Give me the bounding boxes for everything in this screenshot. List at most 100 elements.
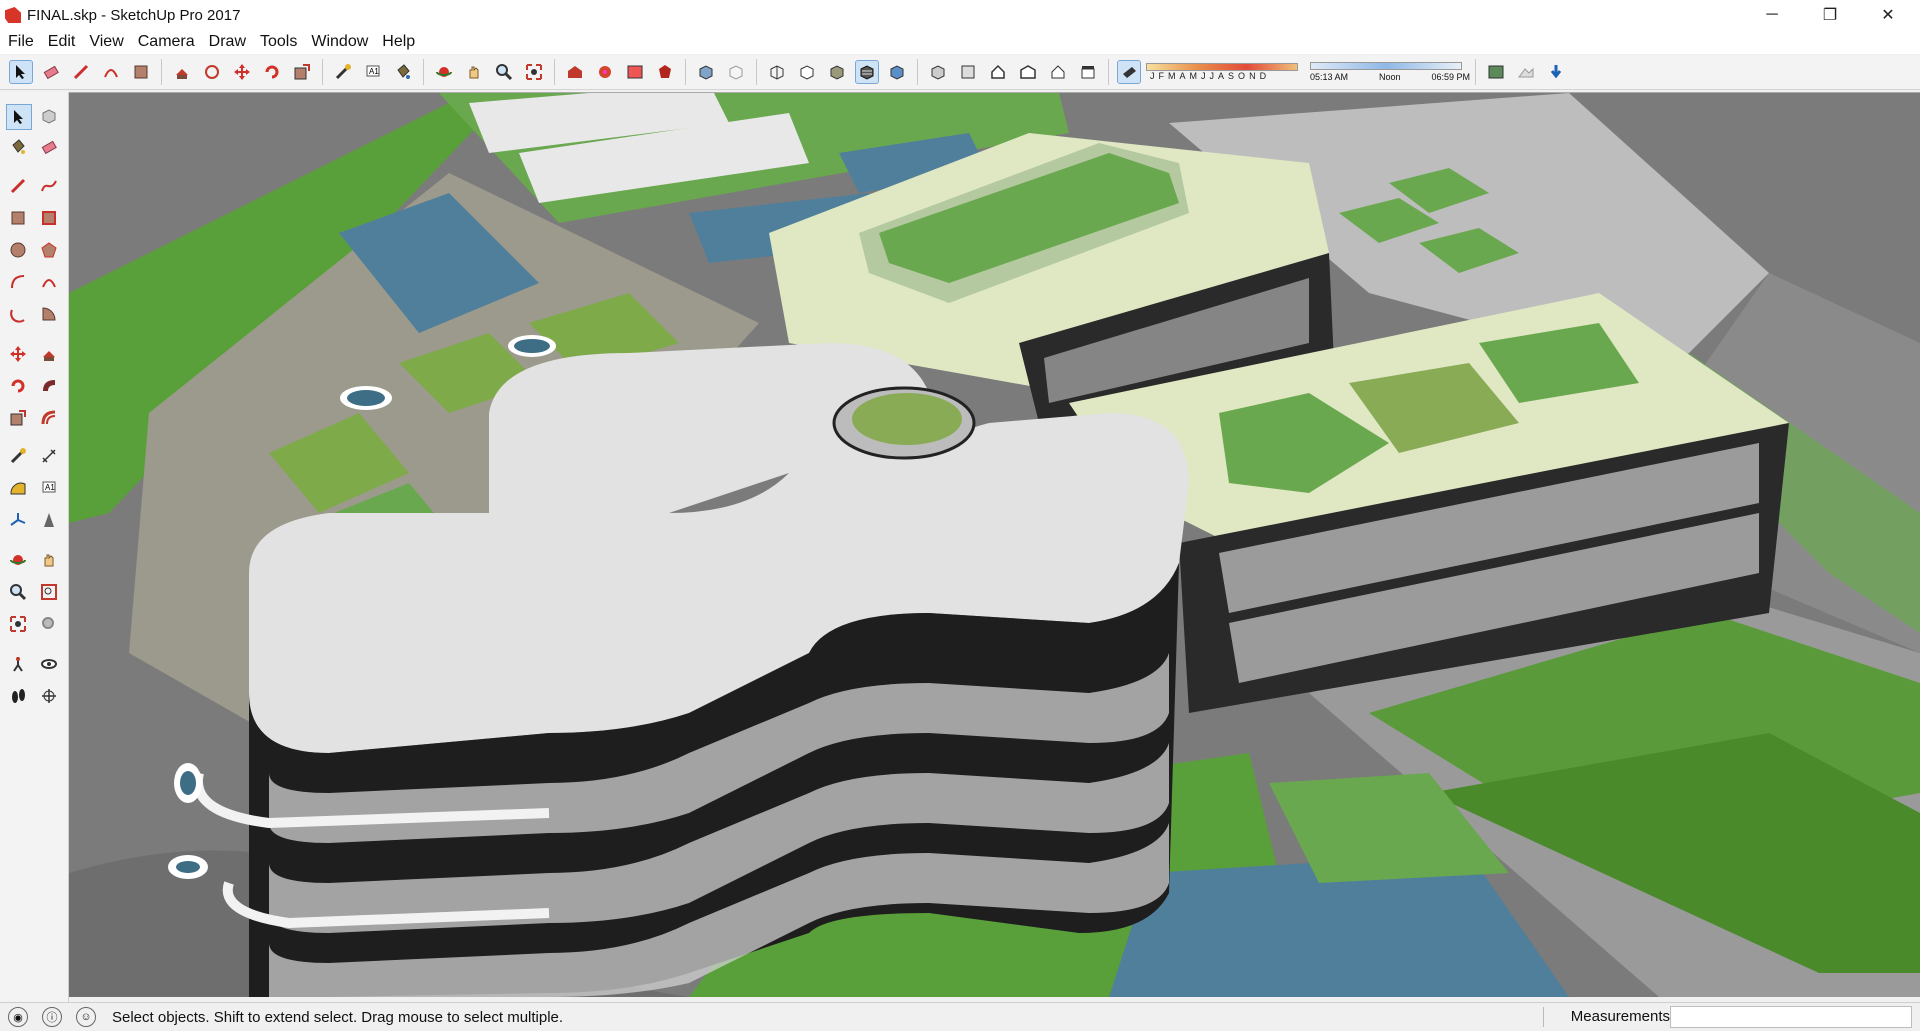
- user-account-icon[interactable]: ☺: [76, 1007, 96, 1027]
- select-tool-icon[interactable]: [6, 104, 32, 130]
- rotate-tool-icon[interactable]: [6, 374, 30, 398]
- look-around-tool-icon[interactable]: [37, 652, 61, 676]
- menu-view[interactable]: View: [81, 33, 129, 51]
- paint-bucket-tool-icon[interactable]: [391, 60, 415, 84]
- zoom-extents-tool-icon[interactable]: [522, 60, 546, 84]
- xray-style-icon[interactable]: [694, 60, 718, 84]
- rectangle-tool-icon[interactable]: [129, 60, 153, 84]
- two-point-arc-tool-icon[interactable]: [37, 270, 61, 294]
- offset-tool-icon[interactable]: [200, 60, 224, 84]
- offset-tool-icon[interactable]: [37, 406, 61, 430]
- shaded-style-icon[interactable]: [825, 60, 849, 84]
- freehand-tool-icon[interactable]: [37, 174, 61, 198]
- rotated-rectangle-tool-icon[interactable]: [37, 206, 61, 230]
- status-bar: ◉ ⓘ ☺ Select objects. Shift to extend se…: [0, 1002, 1920, 1031]
- walk-tool-icon[interactable]: [6, 684, 30, 708]
- paint-bucket-tool-icon[interactable]: [6, 135, 30, 159]
- back-view-icon[interactable]: [1046, 60, 1070, 84]
- section-plane-tool-icon[interactable]: [37, 684, 61, 708]
- svg-text:A1: A1: [45, 483, 55, 492]
- eraser-tool-icon[interactable]: [39, 60, 63, 84]
- three-point-arc-tool-icon[interactable]: [6, 302, 30, 326]
- zoom-tool-icon[interactable]: [6, 580, 30, 604]
- protractor-tool-icon[interactable]: [6, 476, 30, 500]
- dimension-tool-icon[interactable]: [37, 444, 61, 468]
- main-toolbar: A1 JFMAMJJASOND 05:13 AM Noon 06:59 PM: [0, 55, 1920, 90]
- zoom-extents-tool-icon[interactable]: [6, 612, 30, 636]
- menu-camera[interactable]: Camera: [130, 33, 201, 51]
- 3d-text-tool-icon[interactable]: [37, 508, 61, 532]
- layout-send-icon[interactable]: [623, 60, 647, 84]
- move-tool-icon[interactable]: [230, 60, 254, 84]
- large-tool-set: A1: [0, 92, 69, 1002]
- iso-view-icon[interactable]: [926, 60, 950, 84]
- follow-me-tool-icon[interactable]: [37, 374, 61, 398]
- zoom-window-tool-icon[interactable]: [37, 580, 61, 604]
- monochrome-style-icon[interactable]: [885, 60, 909, 84]
- select-tool-icon[interactable]: [9, 60, 33, 84]
- geo-location-status-icon[interactable]: ◉: [8, 1007, 28, 1027]
- menu-draw[interactable]: Draw: [201, 33, 252, 51]
- close-button[interactable]: ✕: [1859, 0, 1917, 30]
- back-edges-style-icon[interactable]: [724, 60, 748, 84]
- time-slider-track[interactable]: [1310, 62, 1462, 70]
- front-view-icon[interactable]: [986, 60, 1010, 84]
- eraser-tool-icon[interactable]: [37, 135, 61, 159]
- circle-tool-icon[interactable]: [6, 238, 30, 262]
- geo-location-icon[interactable]: [1484, 60, 1508, 84]
- move-tool-icon[interactable]: [6, 342, 30, 366]
- arc-tool-icon[interactable]: [99, 60, 123, 84]
- credits-info-icon[interactable]: ⓘ: [42, 1007, 62, 1027]
- measurements-input[interactable]: [1670, 1006, 1912, 1028]
- menu-file[interactable]: File: [0, 33, 40, 51]
- text-tool-icon[interactable]: A1: [361, 60, 385, 84]
- hidden-line-style-icon[interactable]: [795, 60, 819, 84]
- terrain-icon[interactable]: [1514, 60, 1538, 84]
- shadows-toggle-icon[interactable]: [1117, 60, 1141, 84]
- restore-button[interactable]: ❐: [1801, 0, 1859, 30]
- menu-window[interactable]: Window: [303, 33, 374, 51]
- wireframe-style-icon[interactable]: [765, 60, 789, 84]
- text-tool-icon[interactable]: A1: [37, 476, 61, 500]
- left-view-icon[interactable]: [1076, 60, 1100, 84]
- line-tool-icon[interactable]: [69, 60, 93, 84]
- scale-tool-icon[interactable]: [6, 406, 30, 430]
- polygon-tool-icon[interactable]: [37, 238, 61, 262]
- push-pull-tool-icon[interactable]: [37, 342, 61, 366]
- tape-measure-tool-icon[interactable]: [6, 444, 30, 468]
- model-viewport[interactable]: [69, 92, 1920, 997]
- tape-measure-tool-icon[interactable]: [331, 60, 355, 84]
- right-view-icon[interactable]: [1016, 60, 1040, 84]
- orbit-tool-icon[interactable]: [432, 60, 456, 84]
- line-tool-icon[interactable]: [6, 174, 30, 198]
- svg-text:A1: A1: [369, 67, 379, 76]
- previous-view-icon[interactable]: [37, 612, 61, 636]
- menu-tools[interactable]: Tools: [252, 33, 303, 51]
- menu-edit[interactable]: Edit: [40, 33, 82, 51]
- push-pull-tool-icon[interactable]: [170, 60, 194, 84]
- minimize-button[interactable]: ─: [1743, 0, 1801, 30]
- rectangle-tool-icon[interactable]: [6, 206, 30, 230]
- zoom-tool-icon[interactable]: [492, 60, 516, 84]
- shadow-date-slider[interactable]: JFMAMJJASOND: [1146, 63, 1298, 81]
- extension-warehouse-icon[interactable]: [653, 60, 677, 84]
- top-view-icon[interactable]: [956, 60, 980, 84]
- title-bar: FINAL.skp - SketchUp Pro 2017 ─ ❐ ✕: [0, 0, 1920, 30]
- share-model-icon[interactable]: [593, 60, 617, 84]
- shaded-textures-style-icon[interactable]: [855, 60, 879, 84]
- pan-tool-icon[interactable]: [462, 60, 486, 84]
- orbit-tool-icon[interactable]: [6, 548, 30, 572]
- position-camera-tool-icon[interactable]: [6, 652, 30, 676]
- make-component-icon[interactable]: [37, 104, 61, 128]
- axes-tool-icon[interactable]: [6, 508, 30, 532]
- import-model-icon[interactable]: [1544, 60, 1568, 84]
- arc-tool-icon[interactable]: [6, 270, 30, 294]
- scale-tool-icon[interactable]: [290, 60, 314, 84]
- month-slider-track[interactable]: [1146, 63, 1298, 71]
- warehouse-icon[interactable]: [563, 60, 587, 84]
- pie-tool-icon[interactable]: [37, 302, 61, 326]
- shadow-time-slider[interactable]: 05:13 AM Noon 06:59 PM: [1310, 62, 1470, 82]
- pan-tool-icon[interactable]: [37, 548, 61, 572]
- menu-help[interactable]: Help: [374, 33, 421, 51]
- rotate-tool-icon[interactable]: [260, 60, 284, 84]
